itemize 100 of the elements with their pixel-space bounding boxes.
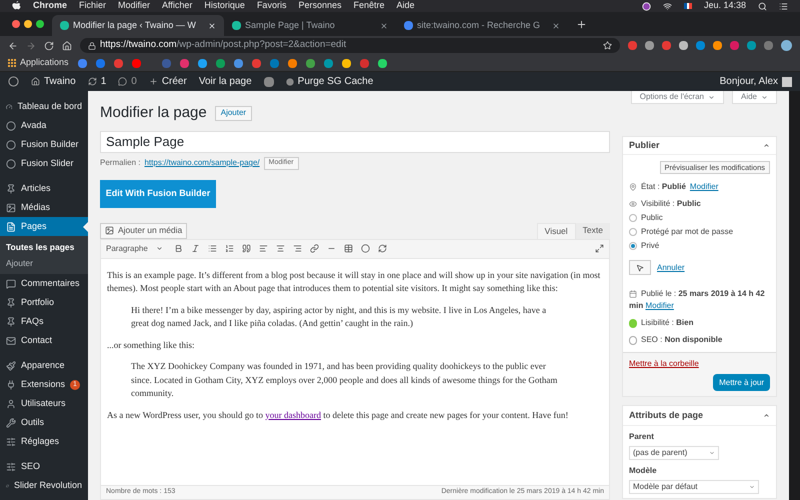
sidebar-item[interactable]: Outils <box>0 413 88 432</box>
format-select[interactable]: Paragraphe <box>106 242 166 254</box>
toolbar-icon[interactable] <box>378 244 387 253</box>
browser-tab[interactable]: site:twaino.com - Recherche G <box>396 15 568 36</box>
radio-button[interactable] <box>629 214 637 222</box>
sidebar-item[interactable]: Portfolio <box>0 293 88 312</box>
radio-button[interactable] <box>629 242 637 250</box>
forward-icon[interactable] <box>26 40 36 50</box>
reload-icon[interactable] <box>44 40 54 50</box>
sidebar-item[interactable]: Contact <box>0 331 88 350</box>
add-new-button[interactable]: Ajouter <box>214 106 252 121</box>
pin-icon <box>6 298 16 308</box>
menu-item[interactable]: Fenêtre <box>353 0 385 13</box>
update-button[interactable]: Mettre à jour <box>713 374 770 391</box>
menu-item[interactable]: Afficher <box>162 0 192 13</box>
readability-text: Lisibilité : Bien <box>641 317 694 329</box>
toolbar-icon[interactable] <box>259 244 268 253</box>
sidebar-item[interactable]: Avada <box>0 116 88 135</box>
sidebar-item[interactable]: FAQs <box>0 312 88 331</box>
menu-item[interactable]: Aide <box>396 0 415 13</box>
notification-center-icon[interactable] <box>779 2 788 10</box>
search-icon[interactable] <box>758 2 767 10</box>
purge-cache-link[interactable]: Purge SG Cache <box>286 74 374 89</box>
sidebar-item[interactable]: Fusion Slider <box>0 154 88 173</box>
parent-select[interactable]: (pas de parent) <box>629 446 719 460</box>
toolbar-icon[interactable] <box>174 244 183 253</box>
browser-tab[interactable]: Modifier la page ‹ Twaino — W <box>52 15 224 36</box>
home-icon[interactable] <box>62 40 72 50</box>
toolbar-icon[interactable] <box>208 244 217 253</box>
image-icon <box>105 226 114 235</box>
submenu-item[interactable]: Toutes les pages <box>0 239 88 255</box>
toolbar-icon[interactable] <box>276 244 285 253</box>
wifi-icon[interactable] <box>662 2 672 10</box>
wordpress-logo-icon[interactable] <box>8 76 19 87</box>
collapse-icon[interactable] <box>763 142 770 149</box>
fullscreen-icon[interactable] <box>595 244 604 253</box>
favicon <box>404 21 413 30</box>
collapse-icon[interactable] <box>763 412 770 419</box>
edit-status-link[interactable]: Modifier <box>690 181 718 193</box>
screen-meta-tab[interactable]: Options de l'écran <box>630 91 724 104</box>
radio-label: Protégé par mot de passe <box>641 226 734 238</box>
bookmark-item[interactable]: Applications <box>8 56 69 70</box>
editor-tab[interactable]: Visuel <box>536 222 576 238</box>
cancel-link[interactable]: Annuler <box>657 262 685 274</box>
toolbar-icon[interactable] <box>344 244 353 253</box>
profile-avatar[interactable] <box>781 40 792 51</box>
close-icon[interactable] <box>380 22 388 30</box>
editor-tab[interactable]: Texte <box>576 222 610 238</box>
ok-button[interactable] <box>629 260 651 275</box>
permalink-link[interactable]: https://twaino.com/sample-page/ <box>144 157 260 169</box>
comments-link[interactable]: 0 <box>118 74 137 89</box>
menu-item[interactable]: Modifier <box>118 0 150 13</box>
sidebar-item[interactable]: Utilisateurs <box>0 394 88 413</box>
browser-tab[interactable]: Sample Page | Twaino <box>224 15 396 36</box>
sidebar-item[interactable]: Articles <box>0 179 88 198</box>
new-link[interactable]: Créer <box>148 74 187 89</box>
toolbar-icon[interactable] <box>225 244 234 253</box>
toolbar-icon[interactable] <box>242 244 251 253</box>
site-link[interactable]: Twaino <box>31 74 76 89</box>
address-field[interactable]: https://twaino.com/wp-admin/post.php?post=2&action=edit <box>80 38 620 53</box>
fusion-builder-button[interactable]: Edit With Fusion Builder <box>100 180 216 208</box>
sidebar-item[interactable]: SEO <box>0 457 88 476</box>
menu-item[interactable]: Personnes <box>298 0 342 13</box>
toolbar-icon[interactable] <box>191 244 200 253</box>
template-select[interactable]: Modèle par défaut <box>629 480 759 494</box>
dashboard-link[interactable]: your dashboard <box>265 410 321 420</box>
app-menu[interactable]: Chrome <box>33 0 68 13</box>
toolbar-icon[interactable] <box>293 244 302 253</box>
sidebar-item[interactable]: Réglages <box>0 432 88 451</box>
greeting-link[interactable]: Bonjour, Alex <box>720 74 792 89</box>
sidebar-item[interactable]: Fusion Builder <box>0 135 88 154</box>
screen-meta-tab[interactable]: Aide <box>732 91 777 104</box>
title-input[interactable]: Sample Page <box>100 130 610 152</box>
sidebar-item[interactable]: Pages <box>0 217 88 236</box>
edit-date-link[interactable]: Modifier <box>645 301 674 310</box>
sidebar-item[interactable]: Médias <box>0 198 88 217</box>
add-media-button[interactable]: Ajouter un média <box>100 222 188 238</box>
bookmark-star-icon[interactable] <box>603 41 612 50</box>
back-icon[interactable] <box>8 40 18 50</box>
view-page-link[interactable]: Voir la page <box>198 74 252 89</box>
clock[interactable]: Jeu. 14:38 <box>704 0 746 13</box>
lock-icon[interactable] <box>88 42 96 50</box>
toolbar-icon[interactable] <box>310 244 319 253</box>
updates-link[interactable]: 1 <box>88 74 106 89</box>
submenu-item[interactable]: Ajouter <box>0 255 88 271</box>
apple-icon[interactable] <box>12 1 21 11</box>
close-icon[interactable] <box>552 22 560 30</box>
flag-icon[interactable] <box>684 3 692 9</box>
sidebar-item[interactable]: Slider Revolution <box>0 476 88 495</box>
radio-button[interactable] <box>629 228 637 236</box>
sidebar-item[interactable]: Tableau de bord <box>0 97 88 116</box>
sidebar-item[interactable]: Commentaires <box>0 274 88 293</box>
menu-item[interactable]: Favoris <box>256 0 286 13</box>
new-tab-icon[interactable] <box>576 18 587 30</box>
menu-item[interactable]: Fichier <box>79 0 106 13</box>
trash-link[interactable]: Mettre à la corbeille <box>629 358 770 370</box>
sidebar-item[interactable]: Apparence <box>0 356 88 375</box>
app-status-icon[interactable] <box>642 2 651 10</box>
toolbar-icon[interactable] <box>361 244 370 253</box>
menu-item[interactable]: Historique <box>204 0 245 13</box>
